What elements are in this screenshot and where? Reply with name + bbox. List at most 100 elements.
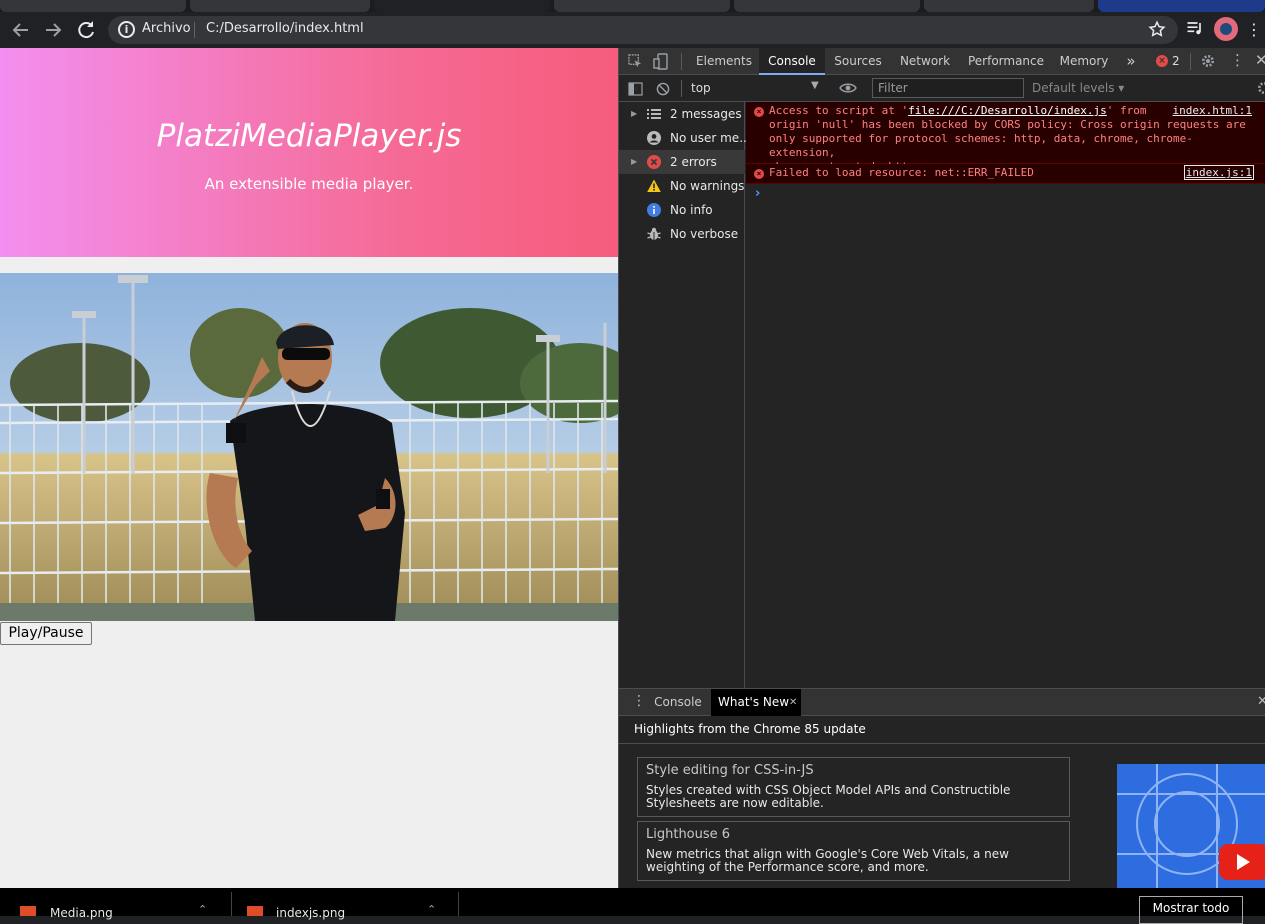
device-toolbar-icon[interactable] (653, 53, 669, 74)
info-icon[interactable]: i (118, 21, 135, 38)
whats-new-card[interactable]: Style editing for CSS-in-JS Styles creat… (637, 757, 1070, 817)
image-file-icon (20, 906, 36, 916)
browser-tab[interactable] (924, 0, 1094, 12)
drawer-tab-whats-new[interactable]: What's New ✕ (711, 689, 801, 716)
forward-icon[interactable] (41, 18, 65, 42)
settings-gear-icon[interactable] (1200, 53, 1216, 73)
log-levels-dropdown[interactable]: Default levels ▾ (1032, 81, 1124, 95)
drawer-tab-console[interactable]: Console (649, 689, 707, 716)
expand-arrow-icon[interactable]: ▶ (631, 102, 637, 126)
bug-icon (647, 227, 661, 240)
browser-tab[interactable] (0, 0, 186, 12)
message-source-link[interactable]: index.html:1 (1173, 104, 1252, 117)
browser-tab[interactable] (554, 0, 730, 12)
devtools-panel: Elements Console Sources Network Perform… (618, 48, 1265, 888)
tab-elements[interactable]: Elements (691, 48, 757, 75)
close-drawer-icon[interactable]: ✕ (1257, 694, 1265, 709)
url-text[interactable]: C:/Desarrollo/index.html (206, 21, 364, 36)
tabbar-divider (1190, 53, 1191, 70)
omnibox-divider (194, 22, 195, 38)
reload-icon[interactable] (74, 18, 98, 42)
card-description: Styles created with CSS Object Model API… (646, 783, 1011, 810)
tab-network[interactable]: Network (893, 48, 957, 75)
sidebar-item-label: No verbose (670, 227, 739, 241)
devtools-tabbar: Elements Console Sources Network Perform… (619, 48, 1265, 75)
downloads-bar: Media.png ⌃ indexjs.png ⌃ Mostrar todo (0, 888, 1265, 924)
chevron-up-icon[interactable]: ⌃ (198, 903, 207, 916)
console-filter-input[interactable]: Filter (872, 78, 1024, 98)
tab-console[interactable]: Console (759, 48, 825, 75)
browser-tab[interactable] (1098, 0, 1265, 12)
video-player[interactable] (0, 273, 618, 621)
dropdown-arrow-icon[interactable]: ▼ (811, 80, 819, 91)
media-queue-icon[interactable] (1183, 18, 1207, 42)
browser-tab[interactable] (190, 0, 370, 12)
download-item[interactable]: Media.png ⌃ (20, 888, 230, 920)
message-source-link[interactable]: index.js:1 (1183, 165, 1254, 180)
browser-tab-active[interactable] (374, 0, 550, 12)
tab-performance[interactable]: Performance (961, 48, 1051, 75)
close-tab-icon[interactable]: ✕ (789, 689, 797, 716)
download-item[interactable]: indexjs.png ⌃ (247, 888, 457, 920)
page-subtitle: An extensible media player. (204, 175, 414, 193)
taskbar-divider (231, 892, 232, 916)
image-file-icon (247, 906, 263, 916)
info-icon (647, 203, 661, 217)
address-bar[interactable]: i Archivo C:/Desarrollo/index.html (108, 16, 1178, 44)
error-badge-icon[interactable]: × (1156, 55, 1168, 67)
video-thumbnail[interactable] (1117, 764, 1265, 888)
sidebar-item-info[interactable]: No info (619, 198, 745, 222)
console-toolbar: top ▼ Filter Default levels ▾ (619, 75, 1265, 102)
card-title: Lighthouse 6 (646, 827, 731, 842)
sidebar-item-verbose[interactable]: No verbose (619, 222, 745, 246)
hero-banner: PlatziMediaPlayer.js An extensible media… (0, 48, 618, 257)
context-selector[interactable]: top (691, 81, 711, 95)
devtools-menu-icon[interactable]: ⋮ (1230, 51, 1245, 69)
expand-arrow-icon[interactable]: ▶ (631, 150, 637, 174)
browser-toolbar: i Archivo C:/Desarrollo/index.html ⋮ (0, 12, 1265, 48)
browser-tabstrip (0, 0, 1265, 12)
inspect-element-icon[interactable] (628, 54, 643, 73)
back-icon[interactable] (9, 18, 33, 42)
drawer-tabbar: ⋮ Console What's New✕ ✕ (619, 688, 1265, 716)
file-link[interactable]: file:///C:/Desarrollo/index.js (908, 104, 1107, 117)
tabbar-divider (681, 53, 682, 70)
more-tabs-icon[interactable]: » (1119, 48, 1143, 75)
console-prompt-icon[interactable]: › (755, 186, 760, 201)
tab-memory[interactable]: Memory (1055, 48, 1113, 75)
drawer-menu-icon[interactable]: ⋮ (632, 693, 646, 709)
warning-icon (647, 179, 661, 192)
error-count[interactable]: 2 (1172, 54, 1180, 68)
whats-new-card[interactable]: Lighthouse 6 New metrics that align with… (637, 821, 1070, 881)
sidebar-item-messages[interactable]: ▶ 2 messages (619, 102, 745, 126)
star-icon[interactable] (1148, 20, 1166, 42)
chevron-up-icon[interactable]: ⌃ (427, 903, 436, 916)
console-error-message: × Access to script at 'file:///C:/Desarr… (746, 102, 1265, 173)
play-pause-button[interactable]: Play/Pause (0, 622, 92, 645)
clear-console-icon[interactable] (656, 81, 670, 100)
console-settings-gear-icon[interactable] (1256, 80, 1265, 100)
drawer-tab-label: What's New (718, 695, 790, 709)
card-description: New metrics that align with Google's Cor… (646, 847, 1009, 874)
web-page: PlatziMediaPlayer.js An extensible media… (0, 48, 618, 888)
show-all-downloads-button[interactable]: Mostrar todo (1139, 896, 1243, 924)
live-expression-eye-icon[interactable] (839, 80, 857, 99)
sidebar-toggle-icon[interactable] (628, 81, 643, 100)
download-filename: Media.png (50, 906, 113, 920)
download-filename: indexjs.png (276, 906, 346, 920)
sidebar-item-label: No info (670, 203, 713, 217)
browser-tab[interactable] (734, 0, 920, 12)
console-output: × Access to script at 'file:///C:/Desarr… (746, 102, 1265, 688)
list-icon (647, 109, 661, 119)
sidebar-item-errors[interactable]: ▶ 2 errors (619, 150, 745, 174)
console-error-message: × Failed to load resource: net::ERR_FAIL… (746, 164, 1265, 184)
profile-avatar-icon[interactable] (1214, 17, 1238, 41)
close-devtools-icon[interactable]: ✕ (1255, 51, 1265, 69)
tab-sources[interactable]: Sources (827, 48, 889, 75)
sidebar-item-user-messages[interactable]: No user me... (619, 126, 751, 150)
error-icon: × (754, 169, 764, 179)
sidebar-item-label: 2 errors (670, 155, 717, 169)
card-title: Style editing for CSS-in-JS (646, 763, 814, 778)
sidebar-item-warnings[interactable]: No warnings (619, 174, 745, 198)
browser-menu-icon[interactable]: ⋮ (1246, 18, 1262, 42)
